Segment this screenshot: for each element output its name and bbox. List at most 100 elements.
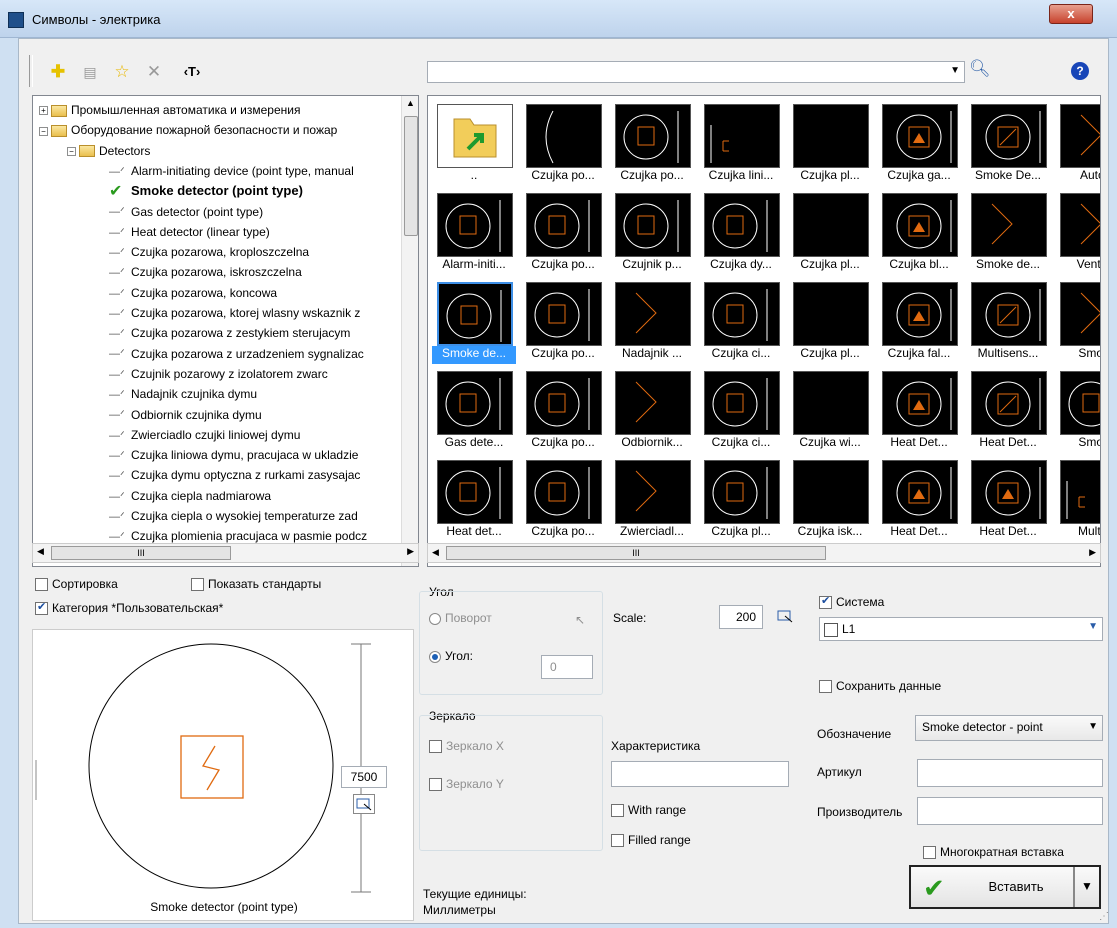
symbol-cell[interactable]: Czujka pl... — [788, 278, 872, 364]
delete-icon[interactable]: ✕ — [143, 61, 165, 83]
collapse-icon[interactable]: − — [39, 126, 48, 136]
scale-field[interactable]: 200 — [719, 605, 763, 629]
favorite-star-icon[interactable]: ☆ — [111, 61, 133, 83]
parent-folder-cell[interactable]: .. — [432, 100, 516, 186]
scroll-left-icon[interactable]: ◀ — [37, 546, 44, 557]
symbol-cell[interactable]: Czujka ci... — [699, 367, 783, 453]
checkbox-icon[interactable] — [191, 578, 204, 592]
with-range-checkbox[interactable]: With range — [611, 803, 686, 818]
multi-insert-checkbox[interactable]: Многократная вставка — [923, 845, 1064, 860]
symbol-cell[interactable]: Czujka bl... — [877, 189, 961, 275]
symbol-cell[interactable]: Czujka po... — [610, 100, 694, 186]
symbol-cell[interactable]: Czujka po... — [521, 189, 605, 275]
symbol-cell[interactable]: Vent du — [1055, 189, 1100, 275]
tree-leaf-item[interactable]: —ᐟ Czujka ciepla o wysokiej temperaturze … — [109, 506, 358, 526]
checkbox-icon[interactable] — [429, 778, 442, 792]
tree-leaf-item[interactable]: —ᐟ Zwierciadlo czujki liniowej dymu — [109, 425, 300, 445]
checkbox-icon[interactable] — [819, 680, 832, 694]
category-checkbox[interactable]: Категория *Пользовательская* — [35, 600, 223, 616]
tree-leaf-item[interactable]: —ᐟ Nadajnik czujnika dymu — [109, 384, 257, 404]
symbol-cell[interactable]: Czujka ci... — [699, 278, 783, 364]
tree-leaf-item[interactable]: —ᐟ Czujka pozarowa, ktorej wlasny wskazni… — [109, 303, 360, 323]
checkbox-icon[interactable] — [611, 804, 624, 818]
checkbox-icon[interactable] — [611, 834, 624, 848]
tree-horizontal-scrollbar[interactable]: ◀ III ▶ — [32, 543, 419, 563]
checkbox-checked-icon[interactable] — [35, 600, 48, 616]
tree-folder-item[interactable]: − Detectors — [67, 141, 150, 161]
tree-vertical-scrollbar[interactable]: ▲▼ — [401, 96, 418, 566]
chevron-down-icon[interactable]: ▼ — [1088, 721, 1098, 732]
filled-range-checkbox[interactable]: Filled range — [611, 833, 691, 848]
chevron-down-icon[interactable]: ▼ — [950, 65, 960, 76]
pick-scale-icon[interactable] — [775, 607, 797, 627]
symbol-cell[interactable]: Smoke de... — [432, 278, 516, 364]
symbol-cell[interactable]: Czujnik p... — [610, 189, 694, 275]
symbol-cell[interactable]: Alarm-initi... — [432, 189, 516, 275]
tree-leaf-item[interactable]: —ᐟ Odbiornik czujnika dymu — [109, 405, 262, 425]
symbol-cell[interactable]: Auto fi — [1055, 100, 1100, 186]
symbol-cell[interactable]: Czujka wi... — [788, 367, 872, 453]
symbol-cell[interactable]: Smoke de... — [966, 189, 1050, 275]
symbol-cell[interactable]: Heat det... — [432, 456, 516, 542]
resize-grip-icon[interactable]: ⋰ — [1099, 911, 1109, 922]
symbol-cell[interactable]: Czujka po... — [521, 278, 605, 364]
help-icon[interactable]: ? — [1071, 62, 1089, 80]
grid-scroll-thumb[interactable]: III — [446, 546, 826, 560]
radio-icon[interactable] — [429, 612, 441, 625]
symbol-cell[interactable]: Czujka pl... — [788, 100, 872, 186]
mirror-x-checkbox[interactable]: Зеркало X — [429, 739, 504, 754]
symbol-cell[interactable]: Czujka dy... — [699, 189, 783, 275]
sort-checkbox[interactable]: Сортировка — [35, 577, 118, 592]
tree-leaf-item[interactable]: —ᐟ Czujka pozarowa, kroploszczelna — [109, 242, 309, 262]
collapse-icon[interactable]: − — [67, 146, 76, 156]
symbol-cell[interactable]: Multisens... — [966, 278, 1050, 364]
expand-icon[interactable]: + — [39, 106, 48, 116]
category-tree[interactable]: + Промышленная автоматика и измерения − Обо… — [32, 95, 419, 567]
tree-leaf-item[interactable]: —ᐟ Czujka dymu optyczna z rurkami zasysaj… — [109, 465, 360, 485]
preview-size-field[interactable]: 7500 — [341, 766, 387, 788]
symbol-cell[interactable]: Smoke — [1055, 278, 1100, 364]
symbol-cell[interactable]: Czujka po... — [521, 456, 605, 542]
tree-scroll-thumb[interactable] — [404, 116, 418, 236]
symbol-cell[interactable]: Heat Det... — [966, 367, 1050, 453]
checkbox-icon[interactable] — [429, 740, 442, 754]
search-input[interactable]: ▼ — [427, 61, 965, 83]
manufacturer-field[interactable] — [917, 797, 1103, 825]
tree-folder-item[interactable]: + Промышленная автоматика и измерения — [39, 100, 300, 120]
tree-leaf-item[interactable]: —ᐟ Czujnik pozarowy z izolatorem zwarc — [109, 364, 328, 384]
symbol-cell[interactable]: Czujka po... — [521, 367, 605, 453]
angle-field[interactable]: 0 — [541, 655, 593, 679]
tree-leaf-item[interactable]: —ᐟ Czujka pozarowa, koncowa — [109, 283, 277, 303]
symbol-cell[interactable]: Czujka lini... — [699, 100, 783, 186]
chevron-down-icon[interactable]: ▼ — [1088, 621, 1098, 632]
add-icon[interactable]: ✚ — [47, 61, 69, 83]
symbol-cell[interactable]: Czujka po... — [521, 100, 605, 186]
scroll-right-icon[interactable]: ▶ — [1089, 547, 1096, 558]
characteristic-field[interactable] — [611, 761, 789, 787]
chevron-down-icon[interactable]: ▼ — [1081, 879, 1093, 893]
checkbox-icon[interactable] — [35, 578, 48, 592]
symbol-cell[interactable]: Zwierciadl... — [610, 456, 694, 542]
tree-leaf-item[interactable]: —ᐟ Heat detector (linear type) — [109, 222, 270, 242]
properties-icon[interactable]: ▤ — [79, 61, 101, 83]
close-button[interactable]: x — [1049, 4, 1093, 24]
symbol-cell[interactable]: Heat Det... — [966, 456, 1050, 542]
tree-scroll-thumb[interactable]: III — [51, 546, 231, 560]
tree-folder-item[interactable]: − Оборудование пожарной безопасности и по… — [39, 120, 337, 140]
pick-size-icon[interactable] — [353, 794, 375, 814]
tree-leaf-item[interactable]: —ᐟ Czujka ciepla nadmiarowa — [109, 486, 271, 506]
designation-select[interactable]: Smoke detector - point ▼ — [915, 715, 1103, 741]
tree-leaf-item[interactable]: —ᐟ Czujka liniowa dymu, pracujaca w uklad… — [109, 445, 358, 465]
angle-radio[interactable]: Угол: — [429, 649, 473, 663]
symbol-cell[interactable]: Smoke De... — [966, 100, 1050, 186]
tree-leaf-item[interactable]: —ᐟ Gas detector (point type) — [109, 202, 263, 222]
checkbox-icon[interactable] — [923, 846, 936, 860]
symbol-cell[interactable]: Czujka isk... — [788, 456, 872, 542]
symbol-cell[interactable]: Czujka fal... — [877, 278, 961, 364]
tree-leaf-item[interactable]: —ᐟ Czujka pozarowa, iskroszczelna — [109, 262, 302, 282]
system-checkbox[interactable]: Система — [819, 594, 884, 610]
scroll-up-icon[interactable]: ▲ — [406, 98, 415, 108]
article-field[interactable] — [917, 759, 1103, 787]
radio-checked-icon[interactable] — [429, 650, 441, 663]
symbol-cell[interactable]: Czujka pl... — [699, 456, 783, 542]
